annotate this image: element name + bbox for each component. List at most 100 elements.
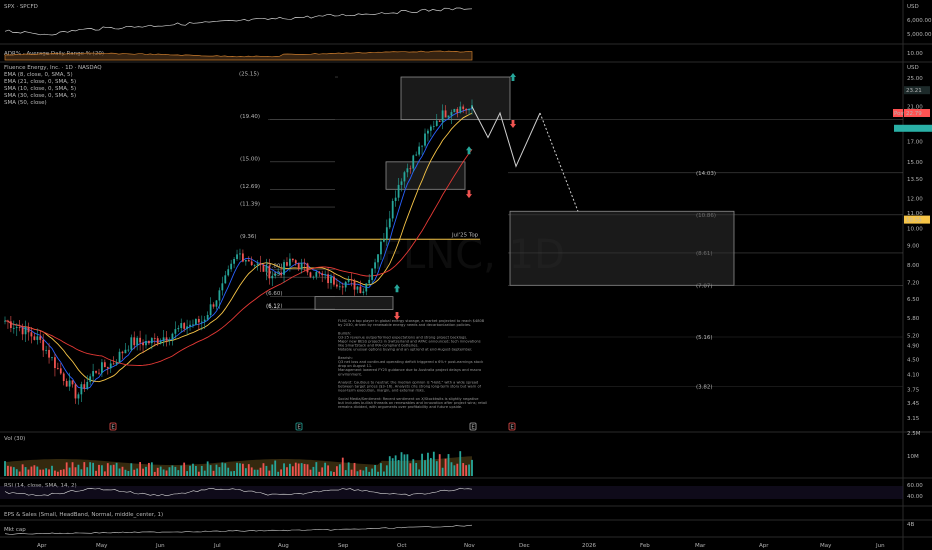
price-tick-label: 13.50 (907, 177, 923, 183)
candle-body (306, 263, 309, 273)
down-arrow-icon[interactable] (510, 120, 516, 129)
candle-body (133, 337, 136, 346)
candle-body (45, 349, 48, 351)
up-arrow-icon[interactable] (394, 284, 400, 293)
time-tick-label: Dec (519, 543, 530, 549)
down-arrow-icon[interactable] (466, 190, 472, 199)
candle-body (21, 327, 24, 335)
price-tick-label: 17.00 (907, 139, 923, 145)
volume-bar (330, 471, 332, 476)
price-tick-label: 3.15 (907, 416, 920, 422)
volume-bar (350, 469, 353, 476)
volume-bar (156, 467, 159, 476)
volume-bar (153, 471, 156, 476)
candle-body (283, 262, 285, 275)
volume-bar (209, 465, 212, 476)
candle-body (192, 324, 194, 326)
candle-body (324, 274, 327, 276)
volume-bar (368, 471, 371, 476)
zone-box[interactable] (314, 296, 394, 310)
volume-bar (159, 466, 162, 476)
volume-bar (421, 453, 423, 476)
mcap-pane-title: Mkt cap (4, 527, 26, 533)
candle-body (406, 168, 409, 173)
projection-level-label: (3.82) (696, 384, 713, 390)
price-tick-label: 4.50 (907, 357, 920, 363)
candle-body (74, 384, 77, 399)
candle-body (215, 300, 218, 307)
candle-body (315, 271, 318, 277)
mcap-line (4, 524, 473, 535)
indicator-ema8[interactable]: EMA (8, close, 0, SMA, 5) (4, 72, 73, 78)
volume-bar (30, 466, 33, 476)
volume-bar (380, 463, 382, 476)
projection-dashed[interactable] (539, 112, 579, 212)
candle-body (168, 339, 171, 341)
volume-bar (65, 462, 68, 476)
candle-body (271, 275, 274, 279)
up-arrow-icon[interactable] (510, 73, 516, 81)
notes-block[interactable]: FLNC is a top player in global energy st… (338, 319, 487, 409)
time-axis[interactable]: Apr May Jun Jul Aug Sep Oct Nov Dec 2026 Feb Mar Apr… (37, 543, 885, 549)
volume-bar (89, 462, 92, 476)
volume-bar (165, 470, 168, 476)
candle-body (183, 323, 186, 329)
event-markers[interactable]: EEEE (109, 422, 516, 431)
indicator-sma10[interactable]: SMA (10, close, 0, SMA, 5) (4, 86, 76, 92)
volume-bar (321, 467, 324, 476)
candle-body (356, 286, 359, 290)
level-label: (9.36) (240, 234, 257, 240)
vol-tick-2: 10M (907, 454, 919, 460)
main-pane-title[interactable]: Fluence Energy, Inc. · 1D · NASDAQ (4, 65, 102, 71)
candle-body (344, 281, 347, 288)
volume-bar (356, 471, 359, 476)
candle-body (112, 363, 115, 365)
indicator-sma50[interactable]: SMA (50, close) (4, 100, 47, 106)
candle-body (95, 371, 97, 373)
level-label: (6.12) (266, 303, 283, 309)
candle-body (380, 241, 382, 255)
candle-body (256, 263, 259, 266)
volume-bar (424, 460, 426, 476)
indicator-legend[interactable]: EMA (8, close, 0, SMA, 5) EMA (21, close… (4, 72, 76, 106)
earnings-marker-label: E (510, 425, 514, 431)
volume-bar (21, 464, 24, 476)
candle-body (427, 130, 429, 134)
spx-tick-1: 6,000.00 (907, 18, 932, 24)
zone-box[interactable] (509, 210, 735, 286)
volume-bar (177, 470, 180, 476)
volume-bar (312, 466, 315, 476)
volume-bar (468, 464, 470, 476)
candle-body (171, 333, 174, 340)
price-tick-label: 6.50 (907, 297, 920, 303)
rsi-line (0, 486, 903, 499)
projection-path[interactable] (471, 106, 579, 212)
volume-bar (48, 469, 50, 476)
indicator-ema21[interactable]: EMA (21, close, 0, SMA, 5) (4, 79, 76, 85)
volume-bar (242, 463, 244, 476)
note-line: environment. (338, 372, 362, 376)
volume-bar (427, 452, 429, 476)
candle-body (368, 279, 371, 284)
indicator-sma30[interactable]: SMA (30, close, 0, SMA, 5) (4, 93, 76, 99)
volume-bar (195, 465, 197, 476)
volume-bar (101, 465, 103, 476)
up-arrow-icon[interactable] (466, 146, 472, 155)
time-tick-label: Sep (338, 543, 349, 549)
time-tick-label: Aug (278, 543, 289, 549)
volume-bar (74, 467, 77, 476)
price-tick-label: 3.75 (907, 387, 920, 393)
volume-bar (365, 466, 368, 476)
volume-bar (262, 463, 265, 476)
volume-bar (444, 458, 447, 476)
candle-body (71, 380, 74, 385)
candle-body (39, 336, 42, 340)
candle-body (397, 184, 400, 198)
candle-body (294, 260, 297, 264)
candle-body (382, 239, 385, 242)
volume-bar (344, 470, 347, 476)
volume-bar (259, 467, 262, 476)
volume-bar (250, 467, 253, 476)
volume-bar (77, 464, 80, 476)
time-tick-label: May (96, 543, 108, 549)
